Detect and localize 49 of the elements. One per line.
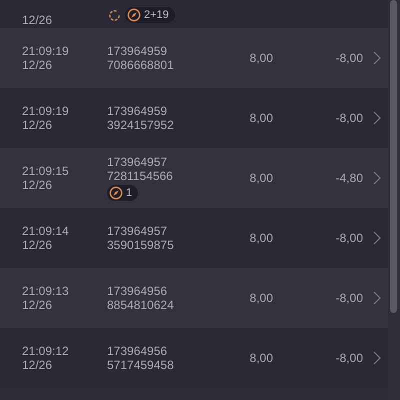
payout-text: -8,00 — [334, 111, 363, 125]
order-id-text: 7086668801 — [107, 58, 175, 72]
compass-icon — [127, 8, 141, 22]
date-text: 12/26 — [22, 13, 54, 27]
stake-text: 8,00 — [248, 51, 273, 65]
time-text: 21:09:19 — [22, 44, 70, 58]
stake-text: 8,00 — [248, 231, 273, 245]
stake-text: 8,00 — [248, 171, 273, 185]
stake-text: 8,00 — [248, 111, 273, 125]
order-id-text: 3924157952 — [107, 118, 175, 132]
chevron-right-icon[interactable] — [373, 351, 381, 365]
order-id-text: 173964957 — [107, 155, 168, 169]
order-id-text: 173964957 — [107, 224, 168, 238]
order-id-text: 173964956 — [107, 344, 168, 358]
time-text: 21:09:13 — [22, 284, 70, 298]
time-text: 21:09:19 — [22, 104, 70, 118]
bonus-badge: 1 — [107, 185, 138, 201]
order-id-text: 173964959 — [107, 44, 168, 58]
bonus-badge: 2+19 — [125, 7, 175, 23]
chevron-right-icon[interactable] — [373, 51, 381, 65]
order-id-text: 173964956 — [107, 284, 168, 298]
date-text: 12/26 — [22, 238, 54, 252]
scrollbar-thumb[interactable] — [390, 0, 397, 313]
stake-text: 8,00 — [248, 351, 273, 365]
compass-icon — [109, 186, 123, 200]
order-id-text: 8854810624 — [107, 298, 175, 312]
order-id-text: 5717459458 — [107, 358, 175, 372]
order-id-text: 173964959 — [107, 104, 168, 118]
stake-text: 8,00 — [248, 291, 273, 305]
chevron-right-icon[interactable] — [373, 231, 381, 245]
order-id-text: 3590159875 — [107, 238, 175, 252]
date-text: 12/26 — [22, 298, 54, 312]
date-text: 12/26 — [22, 178, 54, 192]
payout-text: -8,00 — [334, 231, 363, 245]
date-text: 12/26 — [22, 118, 54, 132]
time-text: 21:09:14 — [22, 224, 70, 238]
refresh-icon — [107, 8, 122, 22]
payout-text: -8,00 — [334, 291, 363, 305]
chevron-right-icon[interactable] — [373, 291, 381, 305]
chevron-right-icon[interactable] — [373, 111, 381, 125]
time-text: 21:09:12 — [22, 344, 70, 358]
order-id-text: 7281154566 — [107, 169, 174, 183]
date-text: 12/26 — [22, 58, 54, 72]
payout-text: -8,00 — [334, 351, 363, 365]
chevron-right-icon[interactable] — [373, 171, 381, 185]
time-text: 21:09:15 — [22, 164, 70, 178]
payout-text: -4,80 — [334, 171, 363, 185]
payout-text: -8,00 — [334, 51, 363, 65]
date-text: 12/26 — [22, 358, 54, 372]
